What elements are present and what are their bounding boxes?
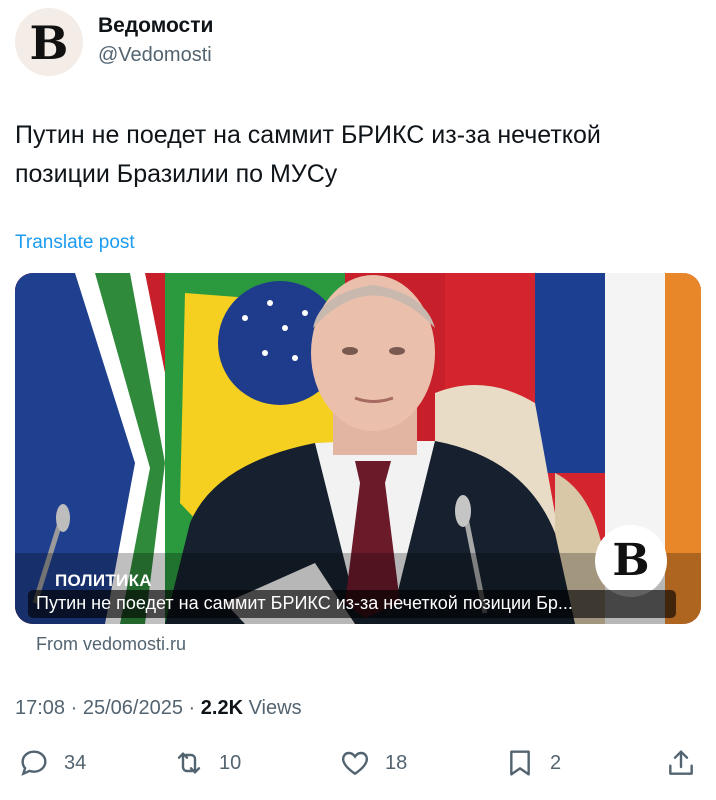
card-category: ПОЛИТИКА <box>55 571 152 590</box>
bookmark-count: 2 <box>550 751 562 774</box>
tweet-time[interactable]: 17:08 <box>15 697 65 719</box>
share-icon <box>669 750 693 775</box>
repost-button[interactable]: 10 <box>173 743 241 783</box>
views-count: 2.2K <box>200 697 244 719</box>
views-label: Views <box>248 697 302 719</box>
meta-separator: · <box>188 697 196 719</box>
link-card[interactable]: В ПОЛИТИКА Путин не поедет на саммит БРИ… <box>15 273 701 624</box>
tweet-meta: 17:08 · 25/06/2025 · 2.2K Views <box>15 697 302 720</box>
reply-count: 34 <box>64 751 87 774</box>
card-logo-letter: В <box>612 535 650 586</box>
like-count: 18 <box>385 751 408 774</box>
heart-icon <box>341 751 369 776</box>
meta-separator: · <box>70 697 78 719</box>
reply-icon <box>21 750 47 776</box>
card-publisher-logo: В <box>595 525 667 597</box>
author-name[interactable]: Ведомости <box>98 14 213 38</box>
card-source[interactable]: From vedomosti.ru <box>36 634 186 655</box>
avatar-logo-letter: В <box>29 16 69 70</box>
reply-button[interactable]: 34 <box>18 743 86 783</box>
card-title[interactable]: Путин не поедет на саммит БРИКС из-за не… <box>28 590 676 618</box>
translate-post-link[interactable]: Translate post <box>15 232 135 254</box>
repost-count: 10 <box>219 751 242 774</box>
author-handle[interactable]: @Vedomosti <box>98 44 212 67</box>
avatar[interactable]: В <box>15 8 83 76</box>
share-button[interactable] <box>665 743 697 783</box>
tweet-text: Путин не поедет на саммит БРИКС из-за не… <box>15 121 601 188</box>
repost-icon <box>177 752 201 774</box>
bookmark-icon <box>510 750 530 776</box>
bookmark-button[interactable]: 2 <box>504 743 561 783</box>
tweet-date[interactable]: 25/06/2025 <box>83 697 183 719</box>
like-button[interactable]: 18 <box>339 743 407 783</box>
